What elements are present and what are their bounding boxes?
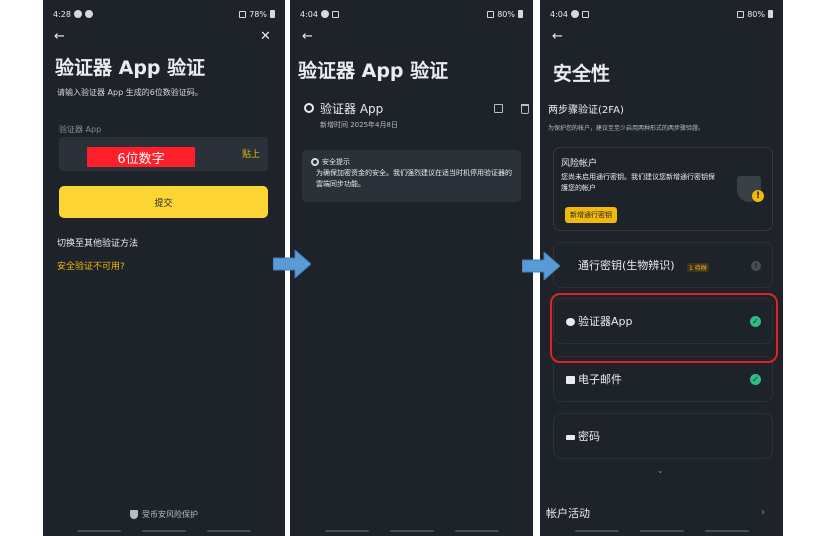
tip-body: 为确保加密资金的安全。我们强烈建议在适当时机停用验证器的雲端同步功能。 xyxy=(316,169,512,188)
password-icon xyxy=(566,435,575,440)
app-notification-icon xyxy=(320,10,329,18)
flow-arrow-icon xyxy=(522,252,560,280)
switch-method-link[interactable]: 切换至其他验证方法 xyxy=(57,236,138,249)
screen-security: 4:04 80% ← 安全性 两步骤验证(2FA) 为保护您的帐户，建议至至少启… xyxy=(540,0,783,536)
risk-title: 风险帐户 xyxy=(561,159,598,169)
page-title: 验证器 App 验证 xyxy=(298,60,449,82)
gesture-bar xyxy=(43,530,285,532)
password-label: 密码 xyxy=(578,430,600,443)
added-date: 新增时间 2025年4月8日 xyxy=(320,121,398,129)
signal-icon xyxy=(737,10,745,18)
pending-icon: ! xyxy=(751,261,761,271)
option-password[interactable]: 密码 xyxy=(553,413,773,459)
section-description: 为保护您的帐户，建议至至少启用两种形式的两步骤验證。 xyxy=(548,125,705,132)
authenticator-name: 验证器 App xyxy=(320,102,384,116)
account-activity-label[interactable]: 帐户活动 xyxy=(546,505,590,521)
authenticator-entry: 验证器 App 新增时间 2025年4月8日 xyxy=(304,100,529,136)
passkey-label: 通行密钥(生物辨识) xyxy=(578,259,675,272)
screen-authenticator-manage: 4:04 80% ← 验证器 App 验证 验证器 App 新增时间 2025年… xyxy=(290,0,533,536)
back-arrow-icon[interactable]: ← xyxy=(552,30,563,43)
chevron-right-icon[interactable]: › xyxy=(761,508,765,518)
authenticator-highlight-frame xyxy=(550,293,778,363)
shield-icon xyxy=(130,510,138,519)
code-input[interactable]: 6位数字 贴上 xyxy=(59,137,268,171)
check-icon: ✓ xyxy=(750,374,761,385)
risk-account-card: 风险帐户 您尚未启用通行密钥。我们建议您新增通行密钥保護您的帐户 新增通行密钥 … xyxy=(553,147,773,231)
pending-badge: 1 待辦 xyxy=(687,263,709,272)
app-notification-icon xyxy=(73,10,82,18)
footer-text: 受币安风险保护 xyxy=(142,510,198,519)
signal-icon xyxy=(239,10,247,18)
security-tip: 安全提示 为确保加密资金的安全。我们强烈建议在适当时机停用验证器的雲端同步功能。 xyxy=(302,150,521,202)
image-icon xyxy=(331,10,339,18)
email-label: 电子邮件 xyxy=(578,373,622,386)
field-label: 验证器 App xyxy=(59,125,102,134)
verification-unavailable-link[interactable]: 安全验证不可用? xyxy=(57,259,125,272)
battery-icon xyxy=(518,10,523,18)
status-battery: 78% xyxy=(249,9,267,19)
warning-icon: ! xyxy=(752,190,764,202)
battery-icon xyxy=(768,10,773,18)
screen-authenticator-verify: 4:28 78% ← ✕ 验证器 App 验证 请输入验证器 App 生成的6位… xyxy=(43,0,285,536)
gesture-bar xyxy=(540,530,783,532)
risk-body: 您尚未启用通行密钥。我们建议您新增通行密钥保護您的帐户 xyxy=(561,173,715,192)
app-notification-icon xyxy=(570,10,579,18)
image-icon xyxy=(581,10,589,18)
page-title: 验证器 App 验证 xyxy=(55,57,206,79)
back-arrow-icon[interactable]: ← xyxy=(54,30,65,43)
status-battery: 80% xyxy=(497,9,515,19)
status-time: 4:28 xyxy=(53,9,71,19)
status-bar: 4:28 78% xyxy=(43,0,285,28)
status-bar: 4:04 80% xyxy=(290,0,533,28)
back-arrow-icon[interactable]: ← xyxy=(302,30,313,43)
close-icon[interactable]: ✕ xyxy=(260,30,271,43)
status-bar: 4:04 80% xyxy=(540,0,783,28)
status-battery: 80% xyxy=(747,9,765,19)
trash-icon[interactable] xyxy=(521,104,529,114)
signal-icon xyxy=(487,10,495,18)
add-passkey-button[interactable]: 新增通行密钥 xyxy=(565,207,617,223)
authenticator-icon xyxy=(304,103,314,113)
footer-protection: 受币安风险保护 xyxy=(43,509,285,520)
edit-icon[interactable] xyxy=(494,104,503,113)
status-time: 4:04 xyxy=(550,9,568,19)
page-subtitle: 请输入验证器 App 生成的6位数验证码。 xyxy=(57,88,203,97)
option-passkey[interactable]: 通行密钥(生物辨识) 1 待辦 ! xyxy=(553,242,773,288)
page-title: 安全性 xyxy=(553,63,611,85)
code-redaction-label: 6位数字 xyxy=(87,147,195,167)
info-icon xyxy=(311,158,319,166)
mail-icon xyxy=(566,376,575,384)
flow-arrow-icon xyxy=(273,250,311,278)
expand-chevron-icon[interactable]: ⌄ xyxy=(657,466,664,475)
section-title: 两步骤验证(2FA) xyxy=(548,105,624,116)
gesture-bar xyxy=(290,530,533,532)
tip-title: 安全提示 xyxy=(322,158,350,166)
paste-button[interactable]: 贴上 xyxy=(242,147,260,160)
submit-button[interactable]: 提交 xyxy=(59,186,268,218)
app-notification-icon xyxy=(84,10,93,18)
status-time: 4:04 xyxy=(300,9,318,19)
battery-icon xyxy=(270,10,275,18)
